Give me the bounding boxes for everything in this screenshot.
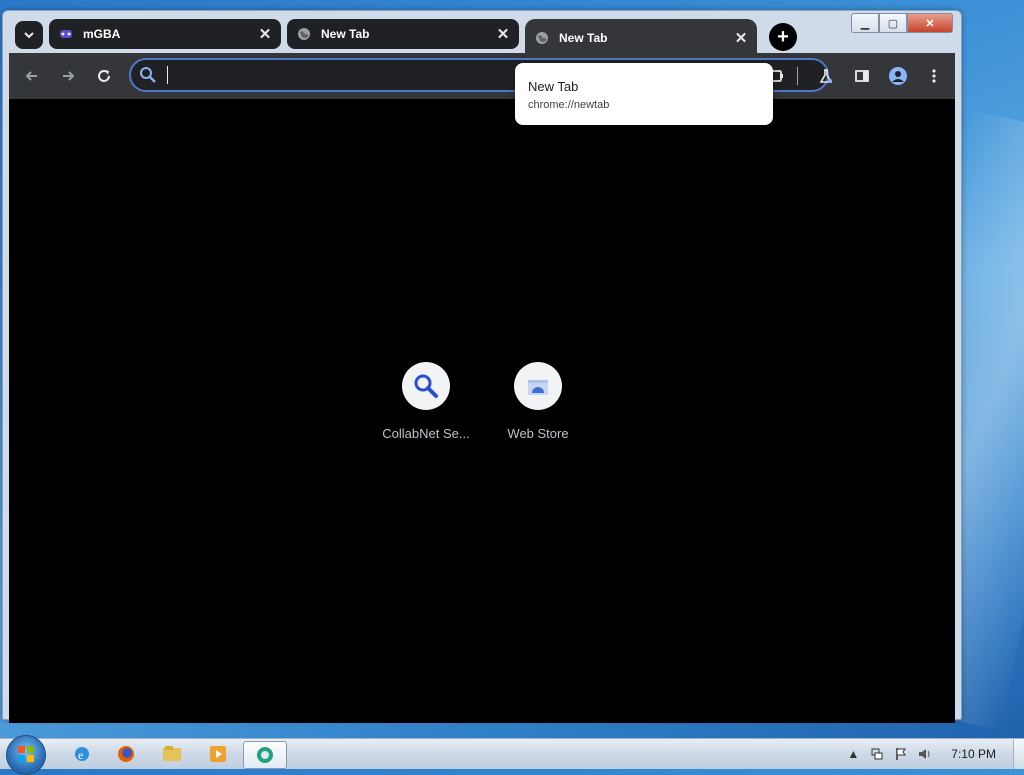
new-tab-button[interactable]: + bbox=[769, 23, 797, 51]
hover-card-url: chrome://newtab bbox=[528, 99, 610, 111]
search-icon bbox=[139, 66, 157, 89]
text-cursor bbox=[167, 66, 168, 84]
tab-new-tab-active[interactable]: New Tab ✕ bbox=[525, 19, 757, 57]
profile-avatar-icon[interactable] bbox=[887, 65, 909, 87]
taskbar: e ▲ 7:10 PM bbox=[0, 735, 1024, 775]
clock[interactable]: 7:10 PM bbox=[951, 747, 996, 761]
reload-icon bbox=[98, 70, 110, 82]
windows-logo-icon bbox=[18, 746, 34, 762]
tab-mgba[interactable]: mGBA ✕ bbox=[49, 19, 281, 49]
tab-search-button[interactable] bbox=[15, 21, 43, 49]
browser-window: ▁ ▢ ✕ mGBA ✕ New Tab ✕ New Tab ✕ + Colla… bbox=[2, 10, 962, 723]
volume-icon[interactable] bbox=[916, 745, 934, 763]
tab-new-tab-1[interactable]: New Tab ✕ bbox=[287, 19, 519, 49]
search-icon bbox=[414, 374, 438, 398]
browser-toolbar bbox=[9, 53, 955, 99]
shortcut-web-store[interactable]: Web Store bbox=[483, 362, 593, 441]
chevron-down-icon bbox=[24, 32, 34, 39]
action-center-flag-icon[interactable] bbox=[892, 745, 910, 763]
shortcut-label: CollabNet Se... bbox=[382, 426, 470, 441]
arrow-left-icon bbox=[25, 71, 37, 81]
side-panel-icon[interactable] bbox=[851, 65, 873, 87]
tab-hover-card: New Tab chrome://newtab bbox=[515, 63, 773, 125]
tab-close-icon[interactable]: ✕ bbox=[255, 24, 275, 44]
tab-strip: mGBA ✕ New Tab ✕ New Tab ✕ + bbox=[9, 17, 955, 57]
arrow-right-icon bbox=[63, 71, 75, 81]
toolbar-divider bbox=[797, 67, 798, 85]
webstore-icon bbox=[528, 380, 548, 395]
new-tab-page: CollabNet Se... Web Store bbox=[9, 99, 955, 723]
tab-title: mGBA bbox=[83, 27, 121, 41]
tab-close-icon[interactable]: ✕ bbox=[493, 24, 513, 44]
globe-icon bbox=[535, 31, 549, 45]
hover-card-title: New Tab bbox=[528, 79, 579, 94]
explorer-icon[interactable] bbox=[152, 741, 192, 767]
ie-icon[interactable]: e bbox=[62, 741, 102, 767]
menu-kebab-icon[interactable] bbox=[923, 65, 945, 87]
shortcut-collabnet[interactable]: CollabNet Se... bbox=[371, 362, 481, 441]
mgba-icon bbox=[59, 27, 73, 41]
forward-button[interactable] bbox=[57, 65, 79, 87]
show-desktop-button[interactable] bbox=[1013, 739, 1024, 769]
tab-close-icon[interactable]: ✕ bbox=[731, 28, 751, 48]
start-button[interactable] bbox=[6, 735, 46, 775]
reload-button[interactable] bbox=[93, 65, 115, 87]
browser-icon[interactable] bbox=[243, 741, 287, 769]
firefox-icon[interactable] bbox=[106, 741, 146, 767]
network-icon[interactable] bbox=[868, 745, 886, 763]
show-hidden-icons-icon[interactable]: ▲ bbox=[844, 745, 862, 763]
labs-flask-icon[interactable] bbox=[815, 65, 837, 87]
system-tray: ▲ 7:10 PM bbox=[841, 739, 1024, 769]
tab-title: New Tab bbox=[321, 27, 370, 41]
shortcut-tile bbox=[514, 362, 562, 410]
shortcut-tile bbox=[402, 362, 450, 410]
back-button[interactable] bbox=[21, 65, 43, 87]
globe-icon bbox=[297, 27, 311, 41]
shortcut-label: Web Store bbox=[507, 426, 569, 441]
tab-title: New Tab bbox=[559, 31, 608, 45]
svg-text:e: e bbox=[78, 748, 83, 762]
media-player-icon[interactable] bbox=[198, 741, 238, 767]
